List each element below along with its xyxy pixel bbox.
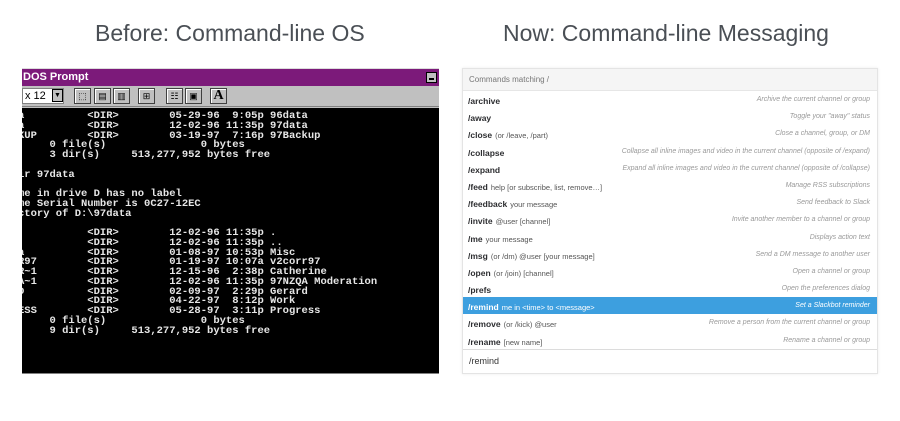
command-name: /collapse bbox=[468, 147, 505, 158]
command-row-me[interactable]: /me your message Displays action text bbox=[463, 229, 877, 246]
font-button-label: A bbox=[213, 88, 224, 103]
command-args: (or /dm) @user [your message] bbox=[490, 251, 595, 261]
command-description: Send a DM message to another user bbox=[755, 250, 870, 258]
command-row-collapse[interactable]: /collapse Collapse all inline images and … bbox=[463, 143, 877, 160]
command-row-msg[interactable]: /msg (or /dm) @user [your message] Send a … bbox=[463, 246, 877, 263]
chevron-down-icon[interactable]: ▼ bbox=[52, 89, 63, 102]
command-row-prefs[interactable]: /prefs Open the preferences dialog bbox=[463, 280, 877, 297]
command-name: /remove bbox=[468, 319, 501, 330]
terminal-line: ir 97data bbox=[22, 168, 75, 181]
command-args: help [or subscribe, list, remove…] bbox=[490, 182, 603, 192]
dos-toolbar: x 12 ▼ ⬚ ▤ ▥ ⊞ ☷ ▣ A bbox=[22, 86, 439, 107]
message-input[interactable]: /remind bbox=[463, 349, 877, 373]
fullscreen-icon[interactable]: ⊞ bbox=[138, 88, 155, 104]
command-name: /invite bbox=[468, 216, 493, 227]
command-name: /remind bbox=[468, 302, 499, 313]
command-row-feed[interactable]: /feed help [or subscribe, list, remove…] M… bbox=[463, 177, 877, 194]
command-row-away[interactable]: /away Toggle your "away" status bbox=[463, 108, 877, 125]
command-row-close[interactable]: /close (or /leave, /part) Close a channel,… bbox=[463, 125, 877, 142]
dos-window-title: DOS Prompt bbox=[23, 71, 89, 83]
command-list: /archive Archive the current channel or g… bbox=[463, 91, 877, 353]
properties-icon[interactable]: ☷ bbox=[166, 88, 183, 104]
terminal-line: 9 dir(s) 513,277,952 bytes free bbox=[22, 324, 271, 337]
now-heading: Now: Command-line Messaging bbox=[503, 20, 829, 46]
command-description: Open the preferences dialog bbox=[781, 285, 870, 293]
command-name: /away bbox=[468, 113, 492, 124]
command-description: Expand all inline images and video in th… bbox=[622, 164, 871, 172]
command-args: (or /join) [channel] bbox=[493, 268, 554, 278]
command-name: /open bbox=[468, 267, 491, 278]
command-row-remind[interactable]: /remind me in <time> to <message> Set a Sl… bbox=[463, 297, 877, 315]
command-args: your message bbox=[485, 234, 533, 244]
command-description: Displays action text bbox=[809, 233, 870, 241]
command-args: @user [channel] bbox=[495, 217, 551, 227]
command-name: /msg bbox=[468, 250, 488, 261]
command-args: me in <time> to <message> bbox=[501, 303, 595, 313]
command-description: Remove a person from the current channel… bbox=[708, 319, 870, 327]
font-icon[interactable]: A bbox=[210, 88, 227, 104]
command-description: Toggle your "away" status bbox=[789, 113, 870, 121]
command-name: /close bbox=[468, 130, 493, 141]
command-description: Send feedback to Slack bbox=[796, 199, 870, 207]
command-name: /prefs bbox=[468, 285, 492, 296]
slack-command-panel: Commands matching / /archive Archive the … bbox=[462, 68, 878, 374]
paste-icon[interactable]: ▥ bbox=[113, 88, 130, 104]
background-icon[interactable]: ▣ bbox=[185, 88, 202, 104]
command-name: /rename bbox=[468, 336, 501, 347]
command-description: Manage RSS subscriptions bbox=[785, 181, 870, 189]
command-description: Close a channel, group, or DM bbox=[775, 130, 870, 138]
command-description: Open a channel or group bbox=[792, 267, 870, 275]
command-row-remove[interactable]: /remove (or /kick) @user Remove a person f… bbox=[463, 314, 877, 331]
dos-title-bar: DOS Prompt bbox=[22, 69, 439, 86]
command-row-invite[interactable]: /invite @user [channel] Invite another mem… bbox=[463, 211, 877, 228]
before-heading: Before: Command-line OS bbox=[95, 20, 365, 46]
command-description: Archive the current channel or group bbox=[756, 96, 870, 103]
command-row-expand[interactable]: /expand Expand all inline images and vide… bbox=[463, 160, 877, 177]
copy-icon[interactable]: ▤ bbox=[94, 88, 111, 104]
command-args: (or /kick) @user bbox=[503, 320, 557, 330]
command-description: Rename a channel or group bbox=[783, 336, 870, 344]
command-row-archive[interactable]: /archive Archive the current channel or g… bbox=[463, 91, 877, 108]
command-name: /me bbox=[468, 233, 483, 244]
dos-window: DOS Prompt x 12 ▼ ⬚ ▤ ▥ ⊞ ☷ ▣ A a <DIR> … bbox=[22, 68, 439, 374]
command-args: your message bbox=[510, 200, 558, 210]
minimize-icon[interactable] bbox=[426, 72, 437, 83]
command-name: /feedback bbox=[468, 199, 508, 210]
command-name: /feed bbox=[468, 181, 488, 192]
commands-header: Commands matching / bbox=[463, 69, 877, 91]
command-description: Collapse all inline images and video in … bbox=[621, 147, 870, 155]
dos-terminal-output: a <DIR> 05-29-96 9:05p 96data a <DIR> 12-… bbox=[22, 108, 439, 373]
command-row-open[interactable]: /open (or /join) [channel] Open a channel … bbox=[463, 263, 877, 280]
command-row-feedback[interactable]: /feedback your message Send feedback to Sl… bbox=[463, 194, 877, 211]
terminal-line: ctory of D:\97data bbox=[22, 207, 132, 220]
command-description: Set a Slackbot reminder bbox=[795, 302, 870, 310]
command-row-rename[interactable]: /rename [new name] Rename a channel or gro… bbox=[463, 332, 877, 349]
terminal-line: 3 dir(s) 513,277,952 bytes free bbox=[22, 149, 271, 161]
mark-icon[interactable]: ⬚ bbox=[74, 88, 91, 104]
command-args: (or /leave, /part) bbox=[495, 131, 549, 141]
command-name: /expand bbox=[468, 164, 501, 175]
command-args: [new name] bbox=[503, 337, 543, 347]
font-size-value: x 12 bbox=[25, 90, 46, 102]
command-description: Invite another member to a channel or gr… bbox=[731, 216, 870, 224]
command-name: /archive bbox=[468, 96, 501, 106]
